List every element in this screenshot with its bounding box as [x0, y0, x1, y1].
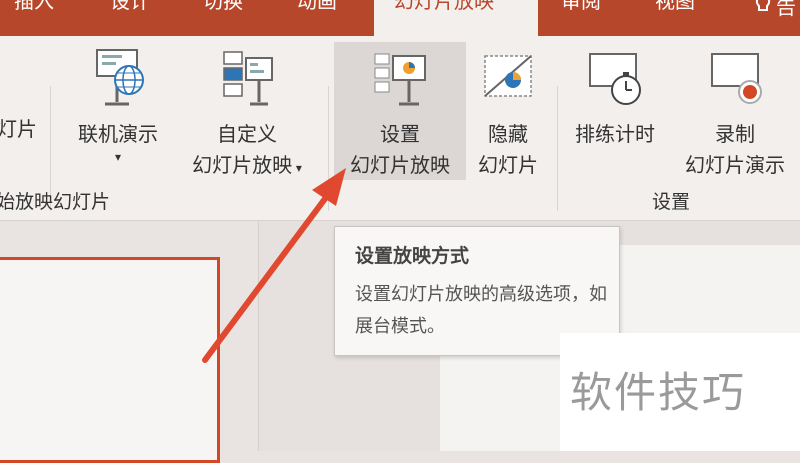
record-slideshow-label-1: 录制	[715, 122, 755, 146]
hide-slide-label-2: 幻灯片	[478, 153, 538, 177]
tab-view[interactable]: 视图	[655, 0, 705, 36]
custom-slideshow-label-2: 幻灯片放映	[192, 153, 293, 177]
tooltip-title: 设置放映方式	[355, 245, 470, 267]
watermark-box: 软件技巧	[560, 333, 800, 451]
ribbon-tab-bar: 插入 设计 切换 动画 幻灯片放映 审阅 视图 告	[0, 0, 800, 36]
ribbon-separator	[557, 86, 558, 211]
online-present-label: 联机演示	[78, 122, 158, 146]
tab-transitions[interactable]: 切换	[203, 0, 253, 36]
group-label-start-slideshow: 始放映幻灯片	[0, 191, 111, 213]
rehearse-timings-label: 排练计时	[575, 122, 655, 146]
tab-animations[interactable]: 动画	[297, 0, 353, 36]
ribbon-separator	[328, 86, 329, 211]
online-present-button[interactable]: 联机演示 ▾	[62, 46, 174, 176]
slide-thumbnails-panel	[0, 221, 259, 463]
custom-slideshow-label-1: 自定义	[217, 122, 277, 146]
watermark-text: 软件技巧	[570, 368, 747, 417]
record-icon	[670, 46, 800, 119]
slide-thumbnail[interactable]	[0, 257, 220, 463]
custom-slideshow-button[interactable]: 自定义 幻灯片放映 ▾	[174, 46, 320, 178]
rehearse-timings-button[interactable]: 排练计时	[562, 46, 668, 146]
setup-slideshow-label-2: 幻灯片放映	[350, 153, 450, 177]
hide-slide-icon	[466, 46, 550, 119]
start-from-current-label: 灯片	[0, 117, 37, 141]
chevron-down-icon: ▾	[114, 150, 122, 164]
ribbon-panel: 灯片 联机演示 ▾ 自定义 幻灯片放映 ▾ 设置 幻灯片放映 隐藏 幻灯片 排练…	[0, 36, 800, 221]
tab-insert[interactable]: 插入	[14, 0, 74, 36]
lightbulb-icon	[752, 0, 774, 14]
stopwatch-icon	[562, 46, 668, 119]
setup-slideshow-label-1: 设置	[380, 122, 420, 146]
hide-slide-label-1: 隐藏	[488, 122, 528, 146]
record-slideshow-label-2: 幻灯片演示	[685, 153, 785, 177]
tab-review[interactable]: 审阅	[561, 0, 611, 36]
tab-slideshow[interactable]: 幻灯片放映	[374, 0, 538, 36]
tab-design[interactable]: 设计	[110, 0, 160, 36]
custom-slideshow-icon	[174, 46, 320, 119]
group-label-setup: 设置	[652, 191, 691, 213]
record-slideshow-button[interactable]: 录制 幻灯片演示	[670, 46, 800, 178]
chevron-down-icon: ▾	[292, 161, 302, 175]
online-present-icon	[62, 46, 174, 119]
start-from-current-button[interactable]: 灯片	[0, 114, 42, 145]
setup-slideshow-button[interactable]: 设置 幻灯片放映	[334, 42, 466, 180]
hide-slide-button[interactable]: 隐藏 幻灯片	[466, 46, 550, 178]
tab-tell-me[interactable]: 告	[752, 0, 800, 36]
setup-slideshow-icon	[334, 46, 466, 119]
